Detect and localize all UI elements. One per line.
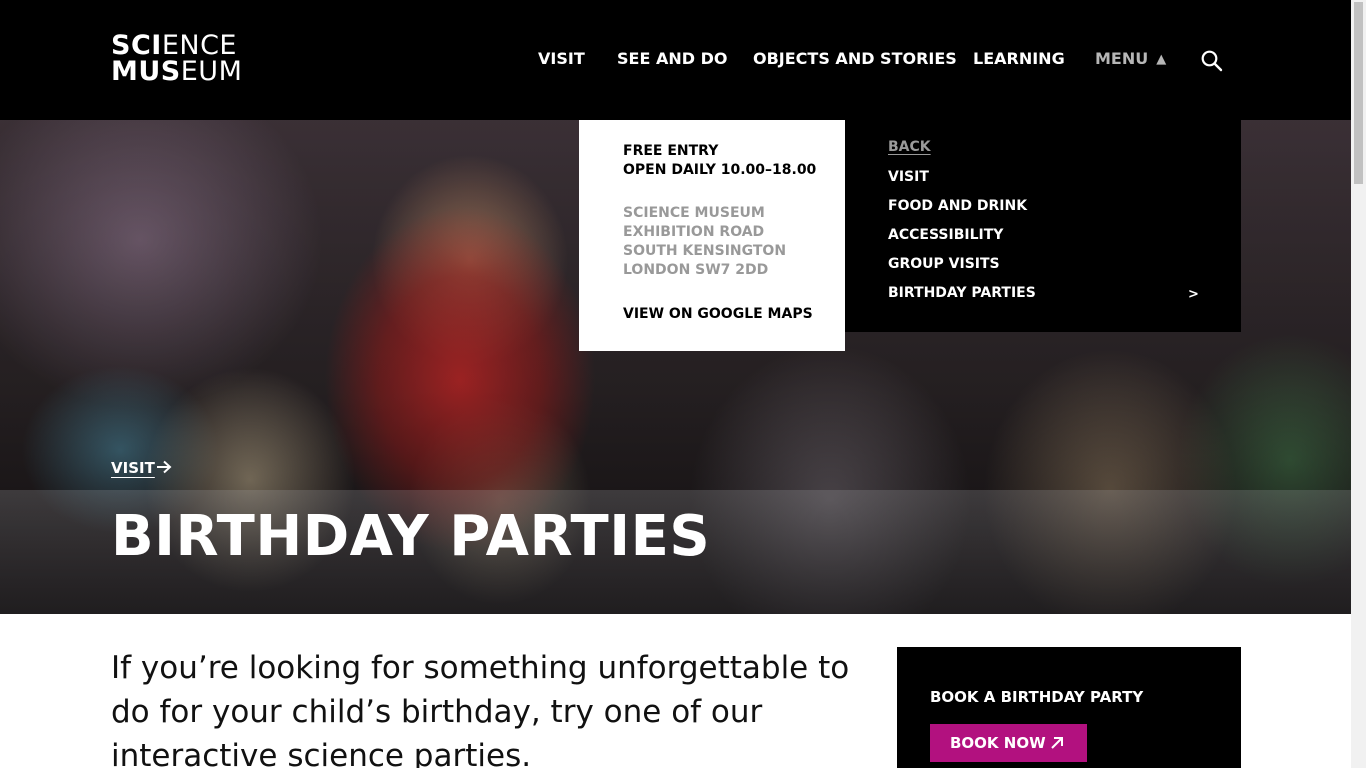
booking-heading: BOOK A BIRTHDAY PARTY <box>930 688 1144 706</box>
nav-see-and-do[interactable]: SEE AND DO <box>617 49 727 68</box>
visit-info-panel: FREE ENTRY OPEN DAILY 10.00–18.00 SCIENC… <box>579 120 845 351</box>
search-icon <box>1201 50 1223 72</box>
menu-item-visit[interactable]: VISIT <box>888 169 929 185</box>
page-title: BIRTHDAY PARTIES <box>111 504 711 569</box>
site-header: SCIENCE MUSEUM VISIT SEE AND DO OBJECTS … <box>0 0 1351 120</box>
menu-item-food-and-drink[interactable]: FOOD AND DRINK <box>888 198 1027 214</box>
free-entry-text: FREE ENTRY <box>623 143 719 159</box>
nav-visit[interactable]: VISIT <box>538 49 585 68</box>
menu-collapse-icon: ▲ <box>1156 52 1167 67</box>
chevron-right-icon[interactable]: > <box>1188 287 1199 302</box>
menu-item-birthday-parties[interactable]: BIRTHDAY PARTIES <box>888 285 1036 301</box>
opening-hours-text: OPEN DAILY 10.00–18.00 <box>623 162 817 178</box>
visit-submenu: BACK VISIT FOOD AND DRINK ACCESSIBILITY … <box>845 120 1241 332</box>
page: SCIENCE MUSEUM VISIT SEE AND DO OBJECTS … <box>0 0 1366 768</box>
nav-learning[interactable]: LEARNING <box>973 49 1065 68</box>
menu-item-group-visits[interactable]: GROUP VISITS <box>888 256 1000 272</box>
address-line: EXHIBITION ROAD <box>623 224 765 240</box>
arrow-right-icon <box>157 460 172 474</box>
nav-objects-and-stories[interactable]: OBJECTS AND STORIES <box>753 49 957 68</box>
breadcrumb-visit[interactable]: VISIT <box>111 459 155 477</box>
google-maps-link[interactable]: VIEW ON GOOGLE MAPS <box>623 306 813 322</box>
address-line: SCIENCE MUSEUM <box>623 205 765 221</box>
search-button[interactable] <box>1200 49 1224 73</box>
address-line: SOUTH KENSINGTON <box>623 243 787 259</box>
address-line: LONDON SW7 2DD <box>623 262 769 278</box>
menu-back-link[interactable]: BACK <box>888 139 931 155</box>
menu-item-accessibility[interactable]: ACCESSIBILITY <box>888 227 1003 243</box>
book-now-label: BOOK NOW <box>950 734 1046 752</box>
scrollbar-thumb[interactable] <box>1354 2 1363 184</box>
book-now-button[interactable]: BOOK NOW <box>930 724 1087 762</box>
logo-line-2: MUSEUM <box>111 56 243 87</box>
nav-menu-toggle[interactable]: MENU ▲ <box>1095 49 1166 68</box>
page-scrollbar[interactable] <box>1351 0 1366 768</box>
menu-label: MENU <box>1095 49 1149 68</box>
booking-card: BOOK A BIRTHDAY PARTY BOOK NOW <box>897 647 1241 768</box>
external-arrow-icon <box>1051 737 1063 749</box>
science-museum-logo[interactable]: SCIENCE MUSEUM <box>111 32 243 87</box>
intro-paragraph: If you’re looking for something unforget… <box>111 650 850 768</box>
